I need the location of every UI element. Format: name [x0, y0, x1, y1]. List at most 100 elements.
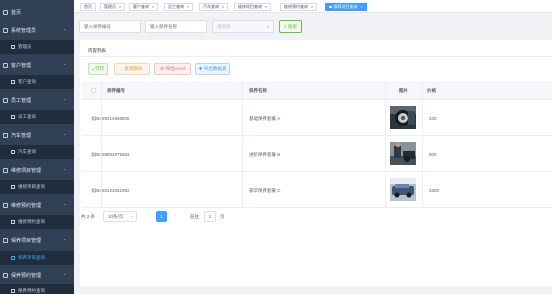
- export-table-button[interactable]: ✚ 导出数据表: [195, 63, 230, 75]
- menu-icon: [11, 185, 15, 189]
- chevron-up-icon: ⌃: [63, 272, 67, 278]
- column-divider: [385, 81, 386, 99]
- header-price: 价格: [427, 88, 436, 93]
- sidebar-item-maintenance-booking-management[interactable]: 保养预约管理 ⌃: [0, 268, 74, 282]
- print-button[interactable]: ▪ 打印: [88, 63, 108, 75]
- menu-icon: [3, 27, 8, 33]
- column-divider: [242, 81, 243, 99]
- column-divider: [385, 101, 386, 135]
- tab-repair-item-query[interactable]: 维修项目查询 ×: [234, 3, 272, 11]
- tab-admin[interactable]: 管理员 ×: [100, 3, 126, 11]
- sidebar-item-repair-item-query[interactable]: 维修项目查询: [0, 180, 74, 194]
- sidebar-item-label: 汽车管理: [11, 132, 32, 139]
- export-excel-button[interactable]: ⚙ 导出excel: [154, 63, 191, 75]
- sidebar-item-label: 客户查询: [18, 79, 36, 84]
- close-icon[interactable]: ×: [265, 5, 267, 9]
- search-button[interactable]: ⌕ 搜索: [279, 20, 302, 33]
- sidebar-item-car-query[interactable]: 汽车查询: [0, 145, 74, 159]
- sidebar-item-label: 汽车查询: [18, 149, 36, 154]
- sidebar-item-admin-management[interactable]: 系统管理员 ⌃: [0, 23, 74, 37]
- cell-name: 进阶保养套餐 B: [249, 152, 281, 157]
- tab-label: 员工查询: [168, 4, 184, 9]
- table-row[interactable]: 828459214868806 基础保养套餐 A 330: [82, 101, 552, 136]
- close-icon[interactable]: ×: [361, 5, 363, 9]
- cell-price: 330: [429, 116, 437, 121]
- table-row[interactable]: 828459121061952 豪华保养套餐 C 3300: [82, 173, 552, 208]
- sidebar-item-label: 员工查询: [18, 114, 36, 119]
- tab-label: 维修预约查询: [284, 4, 308, 9]
- column-divider: [422, 137, 423, 171]
- sidebar-item-repair-booking-query[interactable]: 维修预约查询: [0, 215, 74, 229]
- page-number-1[interactable]: 1: [156, 211, 167, 222]
- column-divider: [422, 101, 423, 135]
- export-table-label: 导出数据表: [203, 66, 227, 71]
- batch-delete-button[interactable]: ▫ 批量删除: [114, 63, 150, 75]
- column-divider: [385, 173, 386, 207]
- header-code: 保养编号: [107, 88, 125, 93]
- table-header: 保养编号 保养名称 图片 价格: [82, 81, 552, 100]
- sidebar-item-repair-item-management[interactable]: 维修项目管理 ⌃: [0, 163, 74, 177]
- close-icon[interactable]: ×: [311, 5, 313, 9]
- sidebar-item-maintenance-booking-query[interactable]: 保养预约查询: [0, 284, 74, 294]
- tab-customer-query[interactable]: 客户查询 ×: [129, 3, 159, 11]
- tab-label: 汽车查询: [203, 4, 219, 9]
- close-icon[interactable]: ×: [119, 5, 121, 9]
- menu-icon: [3, 167, 8, 173]
- menu-icon: [3, 237, 8, 243]
- sidebar-item-label: 维修项目管理: [11, 167, 42, 174]
- sidebar-item-repair-booking-management[interactable]: 维修预约管理 ⌃: [0, 198, 74, 212]
- sidebar-item-customer-query[interactable]: 客户查询: [0, 75, 74, 89]
- sidebar-item-car-management[interactable]: 汽车管理 ⌃: [0, 128, 74, 142]
- tab-maintenance-item-query[interactable]: 保养项目查询 ×: [325, 3, 367, 11]
- tab-staff-query[interactable]: 员工查询 ×: [164, 3, 194, 11]
- select-all-checkbox[interactable]: [91, 88, 96, 93]
- goto-page-input[interactable]: 1: [204, 211, 216, 222]
- maintenance-image[interactable]: [390, 142, 416, 165]
- sidebar-item-home[interactable]: 首页: [0, 5, 74, 19]
- tags-view: 首页 管理员 × 客户查询 × 员工查询 × 汽车查询 × 维修项目查询 × 维…: [74, 0, 552, 13]
- table-row[interactable]: 828459852875683 进阶保养套餐 B 800: [82, 137, 552, 172]
- sidebar-item-label: 管理员: [18, 44, 32, 49]
- cell-price: 3300: [429, 188, 440, 193]
- sidebar-item-customer-management[interactable]: 客户管理 ⌃: [0, 58, 74, 72]
- goto-label: 前往: [190, 214, 199, 219]
- sidebar-item-label: 维修预约查询: [18, 219, 45, 224]
- next-page-button[interactable]: ›: [170, 211, 180, 221]
- tab-car-query[interactable]: 汽车查询 ×: [199, 3, 229, 11]
- close-icon[interactable]: ×: [187, 5, 189, 9]
- gear-icon: ⚙: [159, 66, 165, 71]
- sidebar-item-admin[interactable]: 管理员: [0, 40, 74, 54]
- sidebar-item-label: 维修预约管理: [11, 202, 42, 209]
- tab-label: 客户查询: [133, 4, 149, 9]
- tab-home[interactable]: 首页: [80, 3, 96, 11]
- sidebar-item-label: 客户管理: [11, 62, 32, 69]
- sidebar-item-label: 维修项目查询: [18, 184, 45, 189]
- column-divider: [101, 137, 102, 171]
- close-icon[interactable]: ×: [222, 5, 224, 9]
- chevron-up-icon: ⌃: [63, 167, 67, 173]
- maintenance-name-input[interactable]: [145, 20, 207, 33]
- type-select[interactable]: 请选择 ▾: [212, 20, 274, 33]
- chevron-up-icon: ⌃: [63, 27, 67, 33]
- sidebar-item-staff-query[interactable]: 员工查询: [0, 110, 74, 124]
- sidebar-item-label: 员工管理: [11, 97, 32, 104]
- close-icon[interactable]: ×: [152, 5, 154, 9]
- header-name: 保养名称: [249, 88, 267, 93]
- menu-icon: [11, 289, 15, 293]
- print-icon: ▪: [91, 66, 94, 72]
- sidebar-item-label: 系统管理员: [11, 27, 37, 34]
- chevron-down-icon: ▾: [131, 214, 133, 219]
- sidebar-item-staff-management[interactable]: 员工管理 ⌃: [0, 93, 74, 107]
- cell-code: 828459852875683: [92, 152, 130, 157]
- sidebar-item-maintenance-item-management[interactable]: 保养项目管理 ⌃: [0, 233, 74, 247]
- maintenance-code-input[interactable]: [79, 20, 141, 33]
- chevron-down-icon: ▾: [266, 24, 269, 29]
- page-size-select[interactable]: 10条/页 ▾: [103, 211, 137, 222]
- cell-code: 828459121061952: [92, 188, 130, 193]
- maintenance-image[interactable]: [390, 106, 416, 129]
- prev-page-button[interactable]: ‹: [143, 211, 153, 221]
- menu-icon: [3, 97, 8, 103]
- sidebar-item-maintenance-item-query[interactable]: 保养项目查询: [0, 251, 74, 265]
- tab-repair-booking-query[interactable]: 维修预约查询 ×: [280, 3, 318, 11]
- maintenance-image[interactable]: [390, 178, 416, 201]
